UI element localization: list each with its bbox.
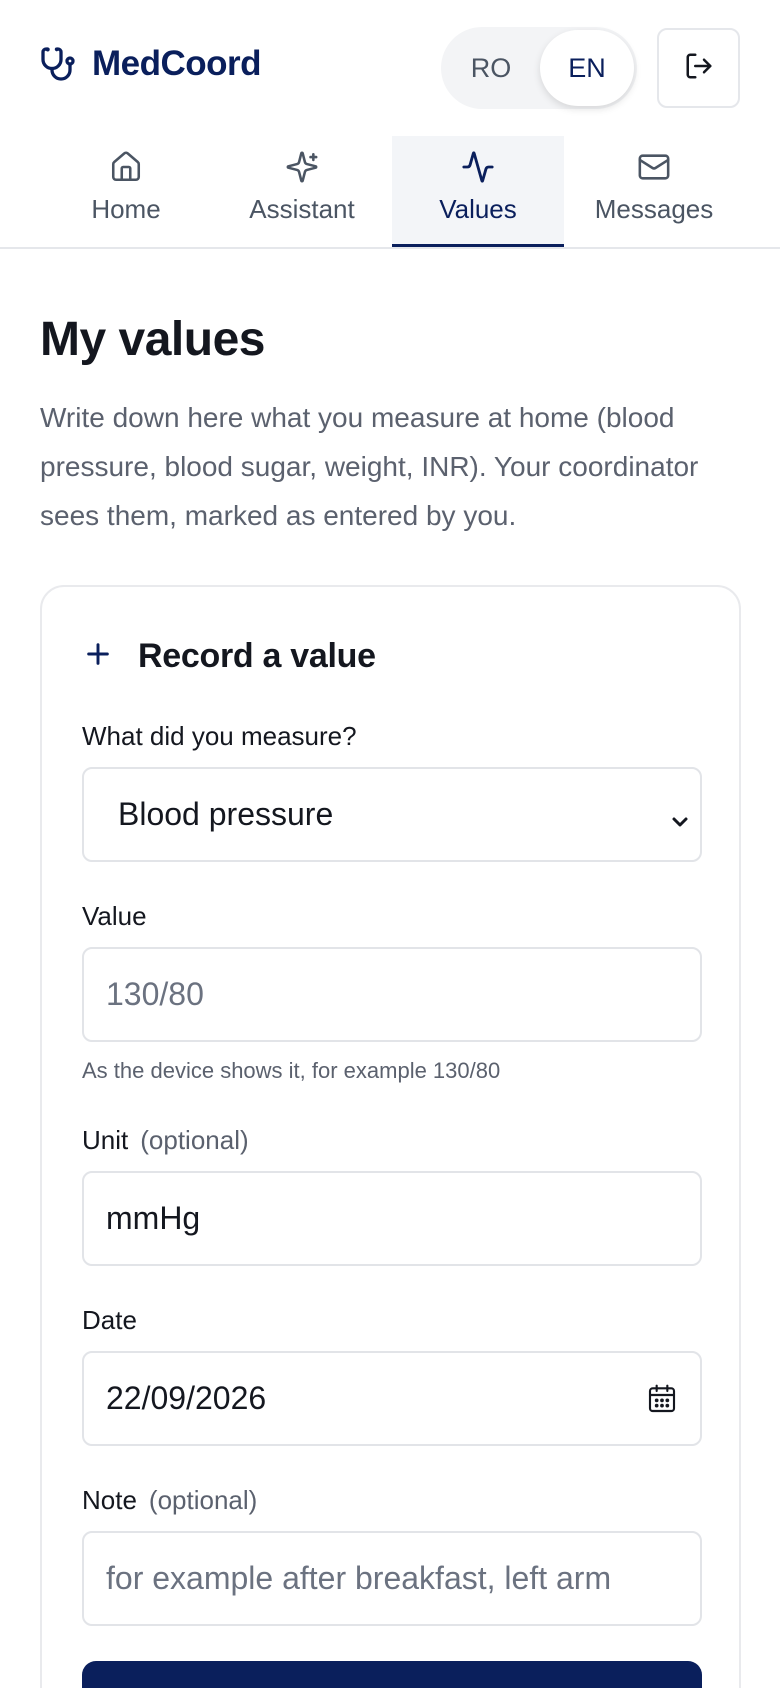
tab-values[interactable]: Values: [392, 136, 564, 248]
date-input[interactable]: 22/09/2026: [82, 1351, 702, 1446]
tab-home-label: Home: [91, 194, 161, 224]
stethoscope-icon: [40, 46, 76, 82]
unit-label-text: Unit: [82, 1125, 129, 1155]
page-title: My values: [40, 313, 265, 366]
unit-label: Unit (optional): [82, 1125, 249, 1156]
value-hint: As the device shows it, for example 130/…: [82, 1058, 501, 1083]
language-toggle: RO EN: [441, 27, 637, 109]
chevron-down-icon: [668, 805, 692, 842]
tab-assistant-label: Assistant: [249, 194, 355, 224]
app-name: MedCoord: [92, 44, 262, 83]
date-label: Date: [82, 1305, 137, 1335]
app-logo[interactable]: MedCoord: [40, 44, 262, 84]
activity-icon: [461, 148, 495, 186]
note-label: Note (optional): [82, 1485, 257, 1516]
card-header: Record a value: [82, 637, 376, 676]
page: MedCoord RO EN Home Assistant Values Mes…: [0, 0, 780, 1688]
app-header: MedCoord RO EN: [0, 0, 780, 136]
measure-label: What did you measure?: [82, 721, 357, 751]
value-placeholder: 130/80: [106, 976, 204, 1012]
record-value-card: Record a value What did you measure? Blo…: [40, 585, 741, 1688]
note-input[interactable]: for example after breakfast, left arm: [82, 1531, 702, 1626]
tab-messages-label: Messages: [594, 194, 714, 224]
value-label: Value: [82, 901, 147, 931]
value-input[interactable]: 130/80: [82, 947, 702, 1042]
language-option-ro[interactable]: RO: [444, 30, 538, 106]
measure-selected-value: Blood pressure: [118, 796, 334, 832]
measure-select[interactable]: Blood pressure: [82, 767, 702, 862]
tab-home[interactable]: Home: [40, 136, 212, 248]
note-label-text: Note: [82, 1485, 137, 1515]
tab-assistant[interactable]: Assistant: [216, 136, 388, 248]
logout-icon: [684, 51, 714, 86]
unit-value: mmHg: [106, 1200, 201, 1236]
unit-input[interactable]: mmHg: [82, 1171, 702, 1266]
save-value-button[interactable]: [82, 1661, 702, 1688]
main-tabs: Home Assistant Values Messages: [40, 136, 740, 248]
language-option-en[interactable]: EN: [540, 30, 634, 106]
page-description: Write down here what you measure at home…: [40, 402, 699, 531]
tabs-divider: [0, 247, 780, 249]
calendar-icon[interactable]: [646, 1383, 678, 1423]
mail-icon: [637, 148, 671, 186]
card-title: Record a value: [138, 637, 376, 675]
note-placeholder: for example after breakfast, left arm: [106, 1560, 612, 1596]
tab-values-label: Values: [439, 194, 517, 224]
logout-button[interactable]: [657, 28, 740, 108]
note-optional-text: (optional): [148, 1485, 258, 1515]
home-icon: [109, 148, 143, 186]
date-value: 22/09/2026: [106, 1380, 267, 1416]
tab-messages[interactable]: Messages: [568, 136, 740, 248]
plus-icon: [82, 638, 114, 675]
unit-optional-text: (optional): [140, 1125, 249, 1155]
sparkles-icon: [285, 148, 319, 186]
